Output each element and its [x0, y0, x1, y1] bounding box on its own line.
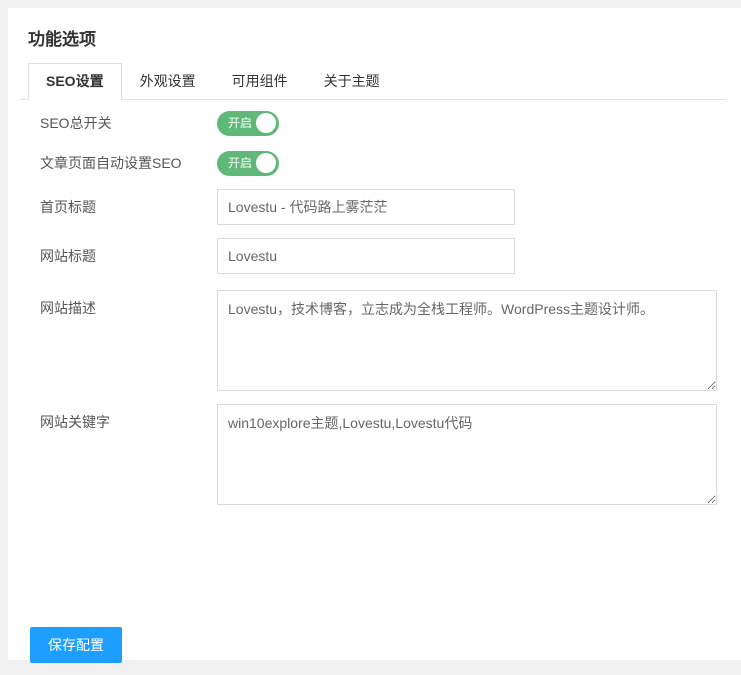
seo-master-toggle[interactable]: 开启	[217, 111, 279, 136]
tabbar: SEO设置 外观设置 可用组件 关于主题	[20, 63, 726, 100]
toggle-knob-icon	[256, 113, 276, 133]
save-config-button[interactable]: 保存配置	[30, 627, 122, 663]
tab-appearance-settings[interactable]: 外观设置	[122, 63, 214, 100]
site-keywords-textarea[interactable]: win10explore主题,Lovestu,Lovestu代码	[217, 404, 717, 505]
toggle-knob-icon	[256, 153, 276, 173]
site-description-label: 网站描述	[20, 290, 217, 326]
seo-switch-label: SEO总开关	[20, 114, 217, 132]
toggle-state-text: 开启	[228, 117, 252, 129]
tab-available-widgets[interactable]: 可用组件	[214, 63, 306, 100]
save-row: 保存配置	[20, 627, 726, 663]
site-title-input[interactable]	[217, 238, 515, 274]
form-row-site-keywords: 网站关键字 win10explore主题,Lovestu,Lovestu代码	[20, 404, 726, 505]
theme-options-panel: 功能选项 SEO设置 外观设置 可用组件 关于主题 SEO总开关 开启 文章页面…	[8, 8, 741, 660]
toggle-state-text: 开启	[228, 157, 252, 169]
form-row-site-description: 网站描述 Lovestu，技术博客，立志成为全栈工程师。WordPress主题设…	[20, 290, 726, 391]
home-title-label: 首页标题	[20, 189, 217, 225]
home-title-input[interactable]	[217, 189, 515, 225]
form-row-home-title: 首页标题	[20, 189, 726, 225]
tab-seo-settings[interactable]: SEO设置	[28, 63, 122, 100]
auto-seo-toggle[interactable]: 开启	[217, 151, 279, 176]
page-title: 功能选项	[20, 20, 726, 52]
form-row-auto-seo-switch: 文章页面自动设置SEO 开启	[20, 149, 726, 177]
tab-about-theme[interactable]: 关于主题	[306, 63, 398, 100]
site-title-label: 网站标题	[20, 238, 217, 274]
auto-seo-switch-label: 文章页面自动设置SEO	[20, 154, 217, 172]
site-keywords-label: 网站关键字	[20, 404, 217, 440]
form-row-site-title: 网站标题	[20, 238, 726, 274]
site-description-textarea[interactable]: Lovestu，技术博客，立志成为全栈工程师。WordPress主题设计师。	[217, 290, 717, 391]
seo-settings-form: SEO总开关 开启 文章页面自动设置SEO 开启 首页标题 网站标题 网站描述 …	[20, 100, 726, 663]
form-row-seo-switch: SEO总开关 开启	[20, 109, 726, 137]
